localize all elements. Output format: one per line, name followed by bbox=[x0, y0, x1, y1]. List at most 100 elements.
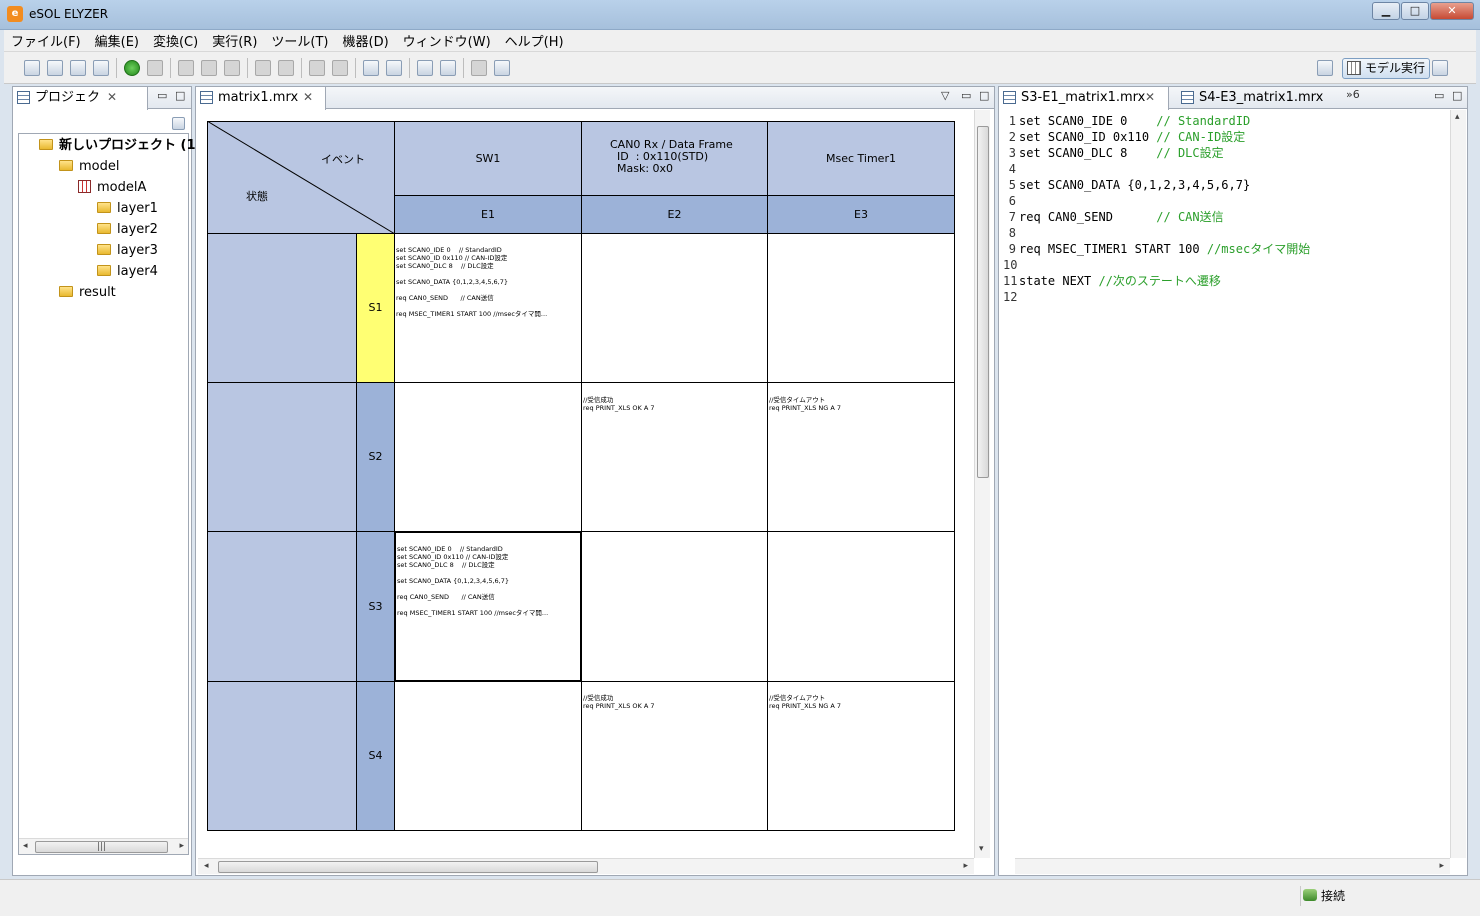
close-icon[interactable]: ✕ bbox=[107, 87, 117, 108]
event-header-msec-timer1[interactable]: Msec Timer1 bbox=[767, 121, 955, 196]
scroll-right-icon[interactable]: ▸ bbox=[1439, 861, 1444, 871]
state-description-s4[interactable] bbox=[207, 681, 357, 831]
export-icon[interactable] bbox=[278, 60, 294, 76]
event-id-e2[interactable]: E2 bbox=[581, 195, 768, 234]
connection-status[interactable]: 接続 bbox=[1300, 886, 1345, 906]
state-s3[interactable]: S3 bbox=[356, 531, 395, 682]
disconnect-icon[interactable] bbox=[494, 60, 510, 76]
close-icon[interactable]: ✕ bbox=[1145, 87, 1155, 108]
clean-icon[interactable] bbox=[386, 60, 402, 76]
minimize-button[interactable]: ▁ bbox=[1372, 2, 1400, 20]
menu-help[interactable]: ヘルプ(H) bbox=[498, 31, 571, 50]
delete-row-icon[interactable] bbox=[224, 60, 240, 76]
new-file-icon[interactable] bbox=[24, 60, 40, 76]
minimize-view-icon[interactable]: ▭ bbox=[1434, 89, 1444, 102]
code-vertical-scrollbar[interactable]: ▴ bbox=[1450, 110, 1466, 858]
event-header-can0-rx[interactable]: CAN0 Rx / Data Frame ID : 0x110(STD) Mas… bbox=[581, 121, 768, 196]
event-id-e3[interactable]: E3 bbox=[767, 195, 955, 234]
scrollbar-thumb[interactable] bbox=[218, 861, 598, 873]
tree-item-layer1[interactable]: layer1 bbox=[97, 199, 158, 219]
scroll-down-icon[interactable]: ▾ bbox=[979, 844, 984, 854]
tree-item-layer2[interactable]: layer2 bbox=[97, 220, 158, 240]
redo-icon[interactable] bbox=[332, 60, 348, 76]
state-s2[interactable]: S2 bbox=[356, 382, 395, 532]
new-matrix-icon[interactable] bbox=[70, 60, 86, 76]
cell-s1-e3[interactable] bbox=[767, 233, 955, 383]
state-s4[interactable]: S4 bbox=[356, 681, 395, 831]
menu-device[interactable]: 機器(D) bbox=[336, 31, 396, 50]
scroll-left-icon[interactable]: ◂ bbox=[204, 861, 209, 871]
maximize-view-icon[interactable]: □ bbox=[1452, 89, 1462, 102]
minimize-view-icon[interactable]: ▭ bbox=[961, 89, 971, 102]
insert-row-icon[interactable] bbox=[178, 60, 194, 76]
cell-s4-e1[interactable] bbox=[394, 681, 582, 831]
cell-s4-e2[interactable]: //受信成功 req PRINT_XLS OK A 7 bbox=[581, 681, 768, 831]
cell-s4-e3[interactable]: //受信タイムアウト req PRINT_XLS NG A 7 bbox=[767, 681, 955, 831]
state-description-s1[interactable] bbox=[207, 233, 357, 383]
maximize-view-icon[interactable]: □ bbox=[175, 89, 185, 102]
state-s1[interactable]: S1 bbox=[356, 233, 395, 383]
edit-perspective-icon[interactable] bbox=[1432, 60, 1448, 76]
menu-convert[interactable]: 変換(C) bbox=[146, 31, 205, 50]
cell-s1-e1[interactable]: set SCAN0_IDE 0 // StandardID set SCAN0_… bbox=[394, 233, 582, 383]
matrix-grid-icon[interactable] bbox=[93, 60, 109, 76]
import-icon[interactable] bbox=[255, 60, 271, 76]
maximize-button[interactable]: □ bbox=[1401, 2, 1429, 20]
cell-s3-e2[interactable] bbox=[581, 531, 768, 682]
code-text-area[interactable]: 1 set SCAN0_IDE 0 // StandardID 2 set SCAN… bbox=[1003, 112, 1445, 857]
menu-run[interactable]: 実行(R) bbox=[205, 31, 264, 50]
code-horizontal-scrollbar[interactable]: ▸ bbox=[1015, 858, 1450, 874]
build-icon[interactable] bbox=[363, 60, 379, 76]
tree-item-layer4[interactable]: layer4 bbox=[97, 262, 158, 282]
menu-file[interactable]: ファイル(F) bbox=[4, 31, 88, 50]
tree-item-project[interactable]: 新しいプロジェクト (1) bbox=[39, 136, 201, 156]
tab-matrix1[interactable]: matrix1.mrx ✕ bbox=[196, 87, 326, 110]
open-folder-icon[interactable] bbox=[47, 60, 63, 76]
scrollbar-thumb[interactable]: ||| bbox=[35, 841, 168, 853]
scrollbar-thumb[interactable] bbox=[977, 126, 989, 478]
close-button[interactable]: ✕ bbox=[1430, 2, 1474, 20]
cell-s2-e3[interactable]: //受信タイムアウト req PRINT_XLS NG A 7 bbox=[767, 382, 955, 532]
close-icon[interactable]: ✕ bbox=[303, 87, 313, 108]
tab-project[interactable]: プロジェク ✕ bbox=[13, 87, 148, 110]
undo-icon[interactable] bbox=[309, 60, 325, 76]
menu-tools[interactable]: ツール(T) bbox=[264, 31, 335, 50]
scroll-right-icon[interactable]: ▸ bbox=[179, 841, 184, 851]
tree-horizontal-scrollbar[interactable]: ◂ ||| ▸ bbox=[19, 838, 188, 854]
tree-item-layer3[interactable]: layer3 bbox=[97, 241, 158, 261]
state-description-s2[interactable] bbox=[207, 382, 357, 532]
tab-s4-e3[interactable]: S4-E3_matrix1.mrx bbox=[1177, 87, 1337, 109]
matrix-horizontal-scrollbar[interactable]: ◂ ▸ bbox=[198, 858, 974, 874]
insert-column-icon[interactable] bbox=[201, 60, 217, 76]
view-menu-icon[interactable]: ▽ bbox=[941, 89, 949, 102]
scroll-left-icon[interactable]: ◂ bbox=[23, 841, 28, 851]
cell-s2-e2[interactable]: //受信成功 req PRINT_XLS OK A 7 bbox=[581, 382, 768, 532]
stop-icon[interactable] bbox=[147, 60, 163, 76]
matrix-vertical-scrollbar[interactable]: ▾ bbox=[974, 110, 990, 858]
maximize-view-icon[interactable]: □ bbox=[979, 89, 989, 102]
scroll-right-icon[interactable]: ▸ bbox=[963, 861, 968, 871]
cell-s1-e2[interactable] bbox=[581, 233, 768, 383]
tree-item-modelA[interactable]: modelA bbox=[78, 178, 146, 198]
cell-s3-e1[interactable]: set SCAN0_IDE 0 // StandardID set SCAN0_… bbox=[394, 531, 582, 682]
state-description-s3[interactable] bbox=[207, 531, 357, 682]
excel-icon[interactable] bbox=[417, 60, 433, 76]
menu-edit[interactable]: 編集(E) bbox=[88, 31, 146, 50]
event-header-sw1[interactable]: SW1 bbox=[394, 121, 582, 196]
more-tabs-indicator[interactable]: »6 bbox=[1346, 88, 1360, 101]
tree-item-result[interactable]: result bbox=[59, 283, 116, 303]
menu-window[interactable]: ウィンドウ(W) bbox=[396, 31, 498, 50]
collapse-all-icon[interactable] bbox=[172, 117, 185, 130]
model-run-perspective-button[interactable]: モデル実行 bbox=[1341, 58, 1430, 79]
console-icon[interactable] bbox=[440, 60, 456, 76]
tree-item-model[interactable]: model bbox=[59, 157, 119, 177]
minimize-view-icon[interactable]: ▭ bbox=[157, 89, 167, 102]
cell-s2-e1[interactable] bbox=[394, 382, 582, 532]
device-icon[interactable] bbox=[471, 60, 487, 76]
run-icon[interactable] bbox=[124, 60, 140, 76]
scroll-up-icon[interactable]: ▴ bbox=[1455, 112, 1460, 122]
event-id-e1[interactable]: E1 bbox=[394, 195, 582, 234]
cell-s3-e3[interactable] bbox=[767, 531, 955, 682]
tab-s3-e1[interactable]: S3-E1_matrix1.mrx ✕ bbox=[999, 87, 1169, 110]
open-perspective-icon[interactable] bbox=[1317, 60, 1333, 76]
